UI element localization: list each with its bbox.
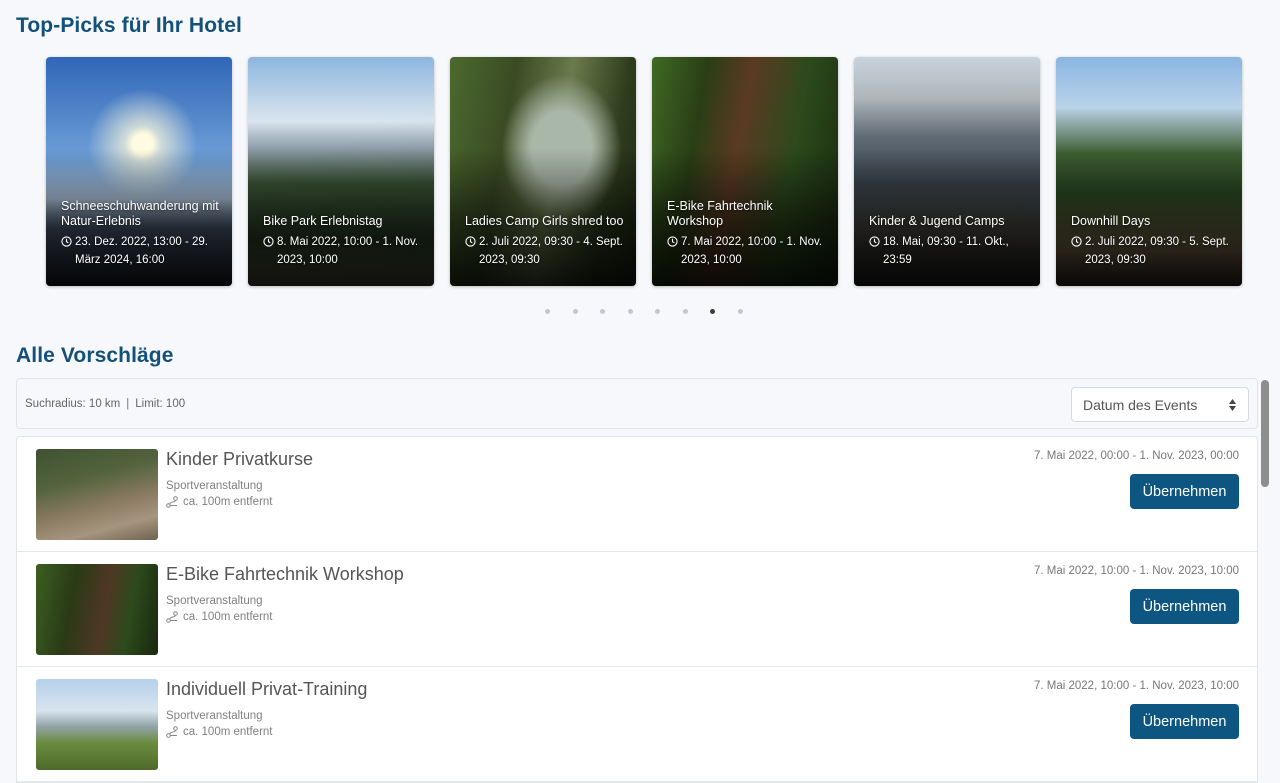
search-radius: Suchradius: 10 km: [25, 398, 121, 410]
sort-select[interactable]: Datum des Events: [1071, 387, 1249, 422]
item-title: E-Bike Fahrtechnik Workshop: [166, 564, 404, 584]
item-distance-text: ca. 100m entfernt: [183, 611, 273, 623]
route-icon: [166, 611, 178, 623]
item-category: Sportveranstaltung: [166, 595, 263, 607]
top-picks-carousel: Schneeschuhwanderung mit Natur-Erlebnis …: [46, 57, 1242, 286]
card-date: 18. Mai, 09:30 - 11. Okt., 23:59: [883, 236, 1009, 266]
item-distance-text: ca. 100m entfernt: [183, 496, 273, 508]
carousel-pagination: [545, 309, 765, 314]
apply-button[interactable]: Übernehmen: [1130, 474, 1239, 509]
clock-icon: [465, 236, 476, 247]
carousel-dot[interactable]: [572, 309, 578, 314]
clock-icon: [263, 236, 274, 247]
item-date: 7. Mai 2022, 00:00 - 1. Nov. 2023, 00:00: [1033, 450, 1239, 462]
card-date: 2. Juli 2022, 09:30 - 5. Sept. 2023, 09:…: [1085, 236, 1229, 266]
clock-icon: [869, 236, 880, 247]
route-icon: [166, 496, 178, 508]
carousel-dot[interactable]: [710, 309, 715, 314]
item-thumbnail: [36, 564, 158, 655]
search-limit: Limit: 100: [135, 398, 186, 410]
top-pick-card[interactable]: E-Bike Fahrtechnik Workshop 7. Mai 2022,…: [652, 57, 838, 286]
card-title: Schneeschuhwanderung mit Natur-Erlebnis: [61, 199, 219, 228]
item-title: Individuell Privat-Training: [166, 679, 368, 699]
card-title: Bike Park Erlebnistag: [263, 214, 383, 228]
list-item: Individuell Privat-Training Sportveranst…: [17, 667, 1257, 782]
top-pick-card[interactable]: Ladies Camp Girls shred too 2. Juli 2022…: [450, 57, 636, 286]
sort-arrows-icon: [1229, 399, 1236, 411]
list-item: Kinder Privatkurse Sportveranstaltung ca…: [17, 437, 1257, 552]
clock-icon: [1071, 236, 1082, 247]
card-date: 7. Mai 2022, 10:00 - 1. Nov. 2023, 10:00: [681, 236, 823, 266]
card-date: 2. Juli 2022, 09:30 - 4. Sept. 2023, 09:…: [479, 236, 623, 266]
apply-button[interactable]: Übernehmen: [1130, 704, 1239, 739]
meta-separator: |: [126, 398, 130, 410]
carousel-dot[interactable]: [627, 309, 633, 314]
card-title: Kinder & Jugend Camps: [869, 214, 1005, 228]
route-icon: [166, 726, 178, 738]
item-date: 7. Mai 2022, 10:00 - 1. Nov. 2023, 10:00: [1033, 565, 1239, 577]
list-item: E-Bike Fahrtechnik Workshop Sportveranst…: [17, 552, 1257, 667]
clock-icon: [61, 236, 72, 247]
top-picks-title: Top-Picks für Ihr Hotel: [16, 14, 242, 37]
top-pick-card[interactable]: Kinder & Jugend Camps 18. Mai, 09:30 - 1…: [854, 57, 1040, 286]
list-scrollbar[interactable]: [1261, 380, 1269, 487]
sort-select-value: Datum des Events: [1083, 397, 1198, 413]
apply-button[interactable]: Übernehmen: [1130, 589, 1239, 624]
item-date: 7. Mai 2022, 10:00 - 1. Nov. 2023, 10:00: [1033, 680, 1239, 692]
item-title: Kinder Privatkurse: [166, 449, 314, 469]
card-title: E-Bike Fahrtechnik Workshop: [667, 199, 773, 228]
carousel-dot[interactable]: [655, 309, 660, 314]
search-meta: Suchradius: 10 km | Limit: 100: [25, 398, 185, 410]
card-date: 8. Mai 2022, 10:00 - 1. Nov. 2023, 10:00: [277, 236, 419, 266]
item-thumbnail: [36, 449, 158, 540]
all-suggestions-title: Alle Vorschläge: [16, 344, 174, 367]
item-distance: ca. 100m entfernt: [166, 726, 273, 738]
top-pick-card[interactable]: Bike Park Erlebnistag 8. Mai 2022, 10:00…: [248, 57, 434, 286]
top-pick-card[interactable]: Downhill Days 2. Juli 2022, 09:30 - 5. S…: [1056, 57, 1242, 286]
filter-bar: Suchradius: 10 km | Limit: 100 Datum des E…: [16, 378, 1258, 429]
carousel-dot[interactable]: [737, 309, 743, 314]
suggestion-list: Kinder Privatkurse Sportveranstaltung ca…: [16, 436, 1258, 783]
item-category: Sportveranstaltung: [166, 480, 263, 492]
card-date: 23. Dez. 2022, 13:00 - 29. März 2024, 16…: [75, 236, 208, 266]
item-category: Sportveranstaltung: [166, 710, 263, 722]
item-thumbnail: [36, 679, 158, 770]
card-title: Downhill Days: [1071, 214, 1151, 228]
clock-icon: [667, 236, 678, 247]
item-distance: ca. 100m entfernt: [166, 611, 273, 623]
carousel-dot[interactable]: [682, 309, 688, 314]
carousel-dot[interactable]: [600, 309, 605, 314]
card-title: Ladies Camp Girls shred too: [465, 214, 624, 228]
item-distance: ca. 100m entfernt: [166, 496, 273, 508]
carousel-dot[interactable]: [545, 309, 550, 314]
item-distance-text: ca. 100m entfernt: [183, 726, 273, 738]
top-pick-card[interactable]: Schneeschuhwanderung mit Natur-Erlebnis …: [46, 57, 232, 286]
